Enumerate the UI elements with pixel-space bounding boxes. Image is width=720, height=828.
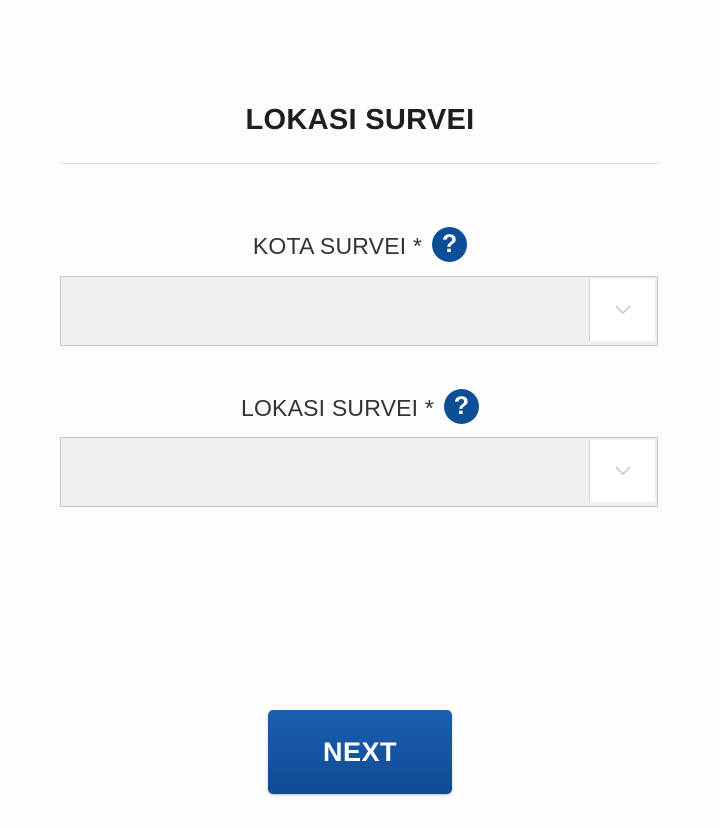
- kota-survei-dropdown-toggle[interactable]: [589, 279, 655, 341]
- lokasi-survei-dropdown-toggle[interactable]: [589, 440, 655, 502]
- lokasi-survei-label-row: LOKASI SURVEI * ?: [0, 388, 720, 426]
- chevron-down-icon: [615, 466, 630, 475]
- page-title: LOKASI SURVEI: [245, 104, 475, 136]
- kota-survei-label-row: KOTA SURVEI * ?: [0, 226, 720, 264]
- title-divider: [60, 163, 660, 164]
- kota-survei-select[interactable]: [60, 276, 658, 346]
- lokasi-survei-select[interactable]: [60, 437, 658, 507]
- kota-survei-label: KOTA SURVEI *: [252, 233, 423, 259]
- lokasi-survei-label: LOKASI SURVEI *: [240, 395, 435, 421]
- chevron-down-icon: [615, 305, 630, 314]
- question-circle-icon[interactable]: ?: [432, 226, 468, 262]
- next-button[interactable]: NEXT: [268, 710, 452, 794]
- question-circle-icon[interactable]: ?: [444, 388, 480, 424]
